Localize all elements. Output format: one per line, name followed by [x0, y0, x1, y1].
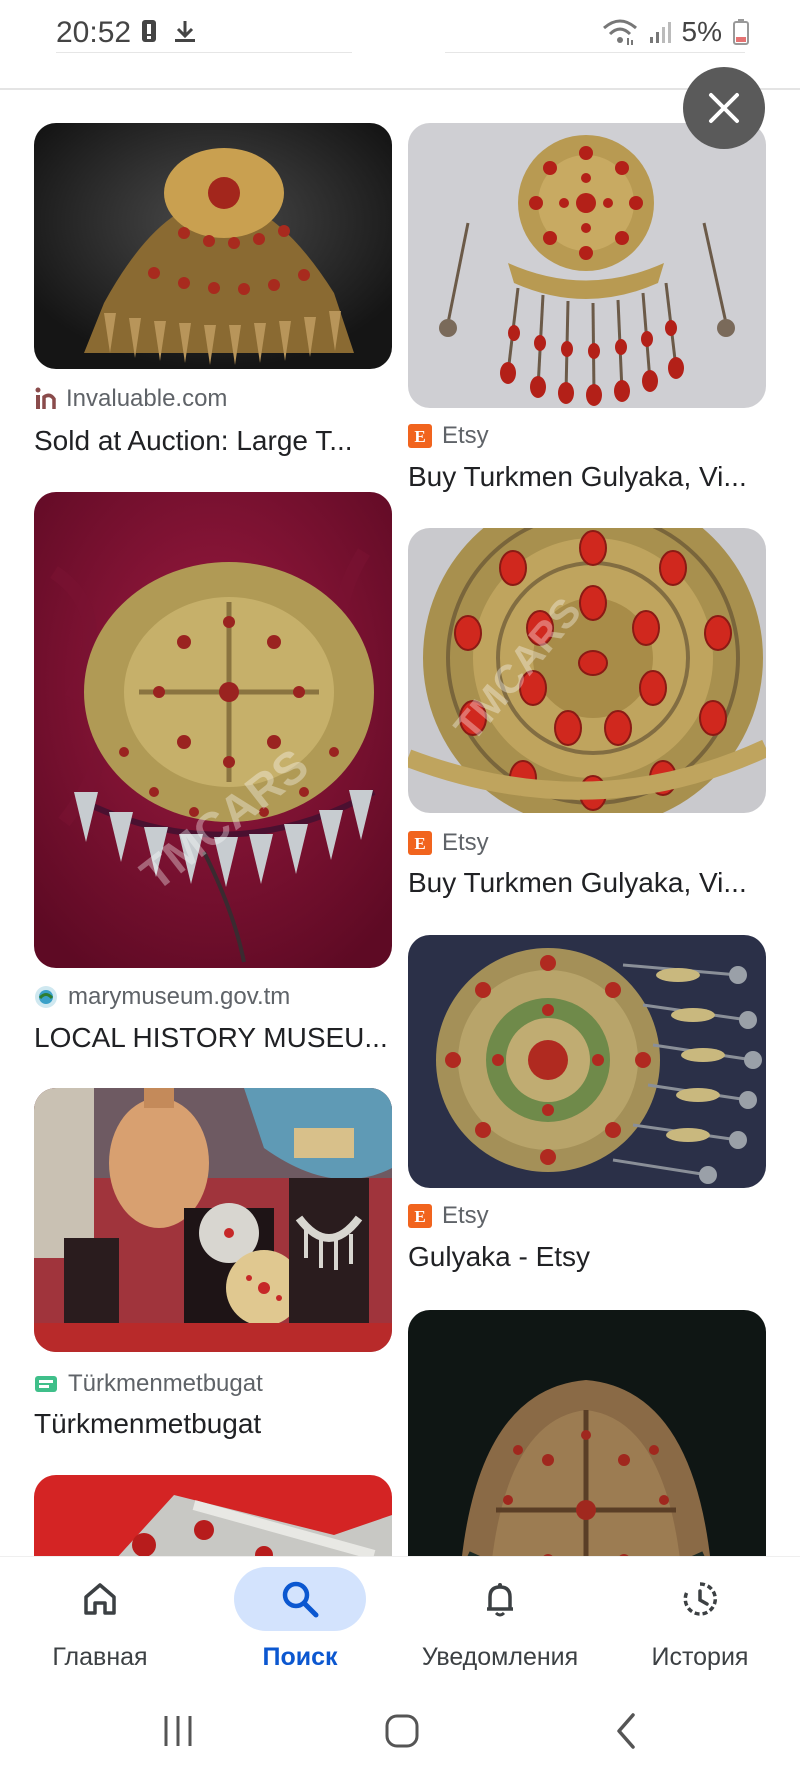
home-icon — [84, 1583, 116, 1615]
recents-button[interactable] — [148, 1706, 208, 1756]
nav-label: Главная — [52, 1643, 148, 1671]
result-image-etsy-3[interactable] — [408, 935, 766, 1188]
bell-icon — [487, 1583, 513, 1617]
back-icon — [617, 1713, 635, 1749]
result-image-invaluable[interactable] — [34, 123, 392, 369]
home-system-button[interactable] — [372, 1706, 432, 1756]
result-title[interactable]: Türkmenmetbugat — [34, 1408, 261, 1440]
source-row-marymuseum[interactable]: marymuseum.gov.tm — [34, 983, 290, 1011]
nav-item-home[interactable]: Главная — [0, 1557, 200, 1687]
etsy-favicon-icon: E — [408, 424, 432, 448]
turkmenmetbugat-favicon-icon — [35, 1376, 57, 1392]
system-nav-bar — [0, 1686, 800, 1777]
source-label: Etsy — [442, 829, 489, 856]
result-image-marymuseum[interactable]: TMCARS — [34, 492, 392, 968]
signal-icon — [649, 22, 671, 43]
result-title[interactable]: Buy Turkmen Gulyaka, Vi... — [408, 461, 747, 493]
etsy-favicon-icon: E — [408, 831, 432, 855]
battery-percent: 5% — [681, 16, 722, 47]
result-image-turkmenmetbugat[interactable] — [34, 1088, 392, 1352]
invaluable-favicon-icon — [35, 387, 56, 409]
nav-item-notifications[interactable]: Уведомления — [400, 1557, 600, 1687]
source-row-turkmenmetbugat[interactable]: Türkmenmetbugat — [34, 1370, 263, 1398]
result-title[interactable]: Sold at Auction: Large T... — [34, 425, 353, 457]
marymuseum-favicon-icon — [35, 986, 57, 1008]
wifi-icon — [602, 19, 637, 45]
svg-text:E: E — [414, 427, 425, 446]
source-label: Etsy — [442, 422, 489, 449]
source-label: marymuseum.gov.tm — [68, 983, 291, 1010]
alert-battery-icon — [142, 20, 156, 42]
bottom-nav: Главная Поиск Уведомления История — [0, 1556, 800, 1686]
status-bar: 20:52 5% — [0, 0, 800, 70]
history-icon — [683, 1582, 717, 1616]
nav-item-history[interactable]: История — [600, 1557, 800, 1687]
source-label: Etsy — [442, 1202, 489, 1229]
result-image-etsy-1[interactable] — [408, 123, 766, 408]
etsy-favicon-icon: E — [408, 1204, 432, 1228]
recents-icon — [164, 1716, 192, 1746]
result-image-etsy-2[interactable]: TMCARS — [408, 528, 766, 813]
source-row-etsy-3[interactable]: E Etsy — [408, 1202, 489, 1230]
result-title[interactable]: Gulyaka - Etsy — [408, 1241, 590, 1273]
result-title[interactable]: LOCAL HISTORY MUSEU... — [34, 1022, 388, 1054]
source-label: Invaluable.com — [66, 385, 228, 412]
svg-text:E: E — [414, 834, 425, 853]
back-button[interactable] — [596, 1706, 656, 1756]
home-circle-icon — [385, 1714, 419, 1748]
search-icon — [282, 1581, 319, 1618]
svg-text:E: E — [414, 1207, 425, 1226]
nav-item-search[interactable]: Поиск — [200, 1557, 400, 1687]
nav-label: Поиск — [262, 1643, 338, 1671]
nav-label: Уведомления — [421, 1643, 579, 1671]
source-label: Türkmenmetbugat — [68, 1370, 263, 1397]
close-icon — [709, 93, 739, 123]
download-icon — [175, 21, 195, 42]
battery-icon — [733, 19, 749, 45]
top-divider — [0, 88, 800, 90]
status-time: 20:52 — [56, 16, 132, 49]
close-button[interactable] — [683, 67, 765, 149]
result-title[interactable]: Buy Turkmen Gulyaka, Vi... — [408, 867, 747, 899]
source-row-etsy-1[interactable]: E Etsy — [408, 422, 489, 450]
source-row-etsy-2[interactable]: E Etsy — [408, 829, 489, 857]
nav-label: История — [651, 1643, 749, 1671]
source-row-invaluable[interactable]: Invaluable.com — [34, 385, 227, 413]
